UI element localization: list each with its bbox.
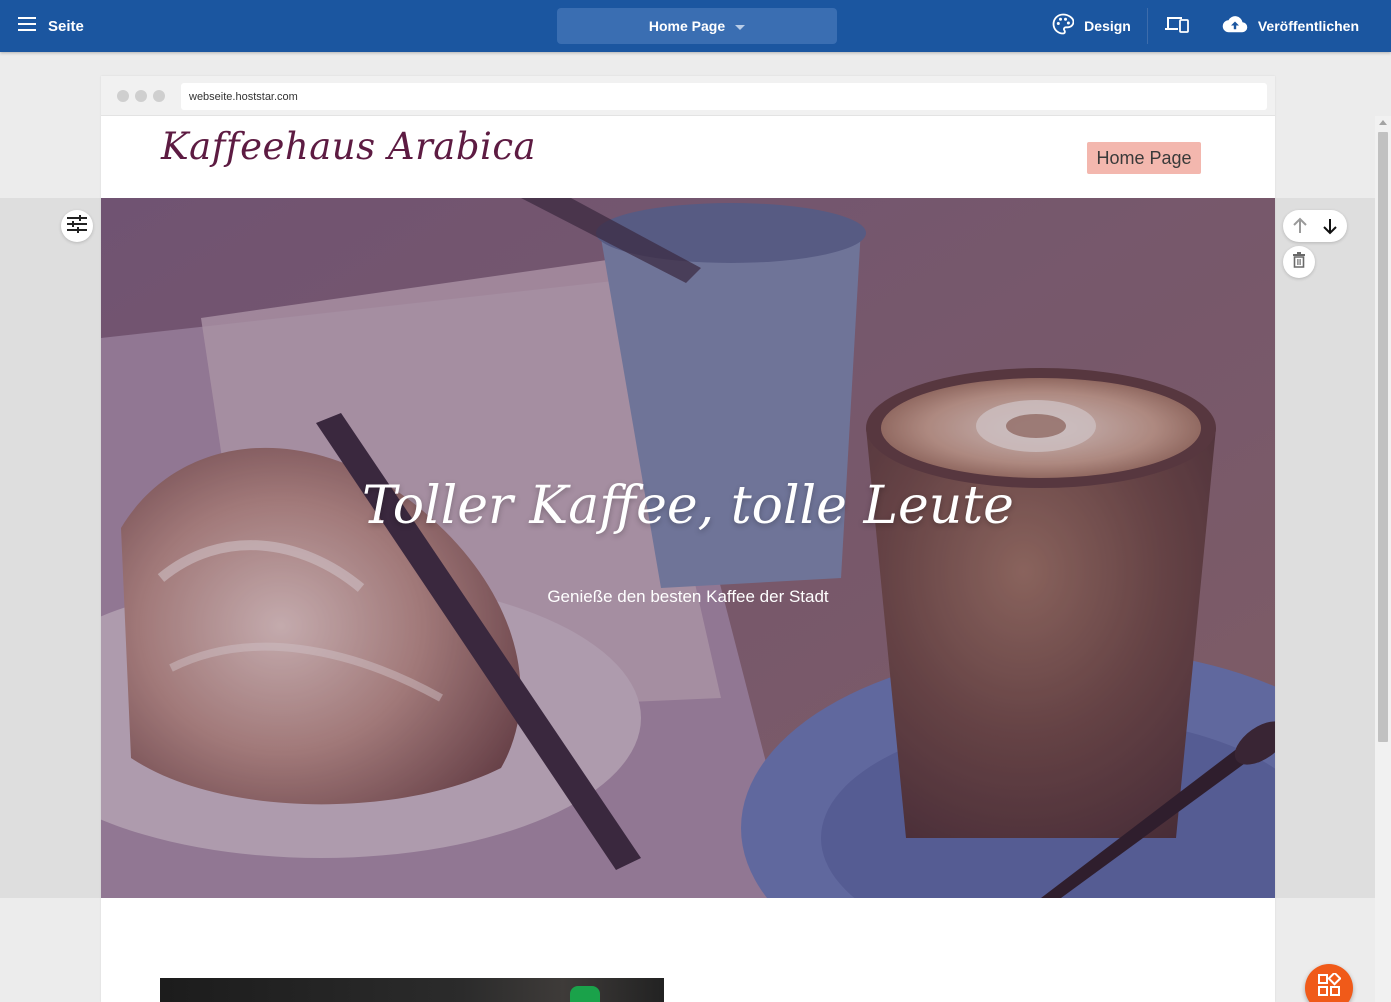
hero-title[interactable]: Toller Kaffee, tolle Leute [101,476,1275,536]
tune-icon [67,214,87,238]
site-logo[interactable]: Kaffeehaus Arabica [161,125,536,168]
move-up-button[interactable] [1291,217,1309,235]
nav-item-home[interactable]: Home Page [1087,142,1201,174]
section-image[interactable] [160,978,664,1002]
caret-down-icon [735,24,746,30]
delete-section-button[interactable] [1283,246,1315,278]
next-section[interactable] [101,898,1275,1002]
scrollbar[interactable] [1375,116,1391,1002]
app-bar: Seite Home Page Design Veröffentlichen [0,0,1391,52]
page-selector[interactable]: Home Page [557,8,837,44]
devices-icon [1164,14,1190,39]
move-down-button[interactable] [1321,217,1339,235]
window-dots [117,90,165,102]
website-preview-frame: webseite.hoststar.com Kaffeehaus Arabica… [101,76,1275,1002]
design-button[interactable]: Design [1036,0,1147,52]
device-preview-button[interactable] [1148,0,1206,52]
trash-icon [1292,251,1306,273]
hero-subtitle[interactable]: Genieße den besten Kaffee der Stadt [101,587,1275,607]
arrow-up-icon [1293,217,1307,233]
scrollbar-thumb[interactable] [1378,132,1388,742]
menu-button[interactable]: Seite [18,13,84,39]
browser-chrome: webseite.hoststar.com [101,76,1275,116]
design-label: Design [1084,18,1131,34]
arrow-down-icon [1323,219,1337,235]
address-bar: webseite.hoststar.com [181,83,1267,110]
section-heading-partial[interactable] [721,984,831,1002]
publish-button[interactable]: Veröffentlichen [1206,0,1375,52]
site-header[interactable]: Kaffeehaus Arabica Home Page [101,117,1275,198]
palette-icon [1052,13,1075,40]
section-move-controls [1283,210,1347,242]
publish-label: Veröffentlichen [1257,18,1359,34]
scroll-up-arrow[interactable] [1379,120,1387,125]
page-selector-label: Home Page [648,18,726,34]
menu-label: Seite [48,17,84,35]
add-widget-button[interactable] [1305,964,1353,1002]
section-settings-button[interactable] [61,210,93,242]
menu-icon [18,16,36,36]
hero-section[interactable]: Toller Kaffee, tolle Leute Genieße den b… [101,198,1275,898]
add-widget-icon [1317,971,1342,1002]
hero-background-image [101,198,1275,898]
cloud-upload-icon [1222,14,1248,39]
